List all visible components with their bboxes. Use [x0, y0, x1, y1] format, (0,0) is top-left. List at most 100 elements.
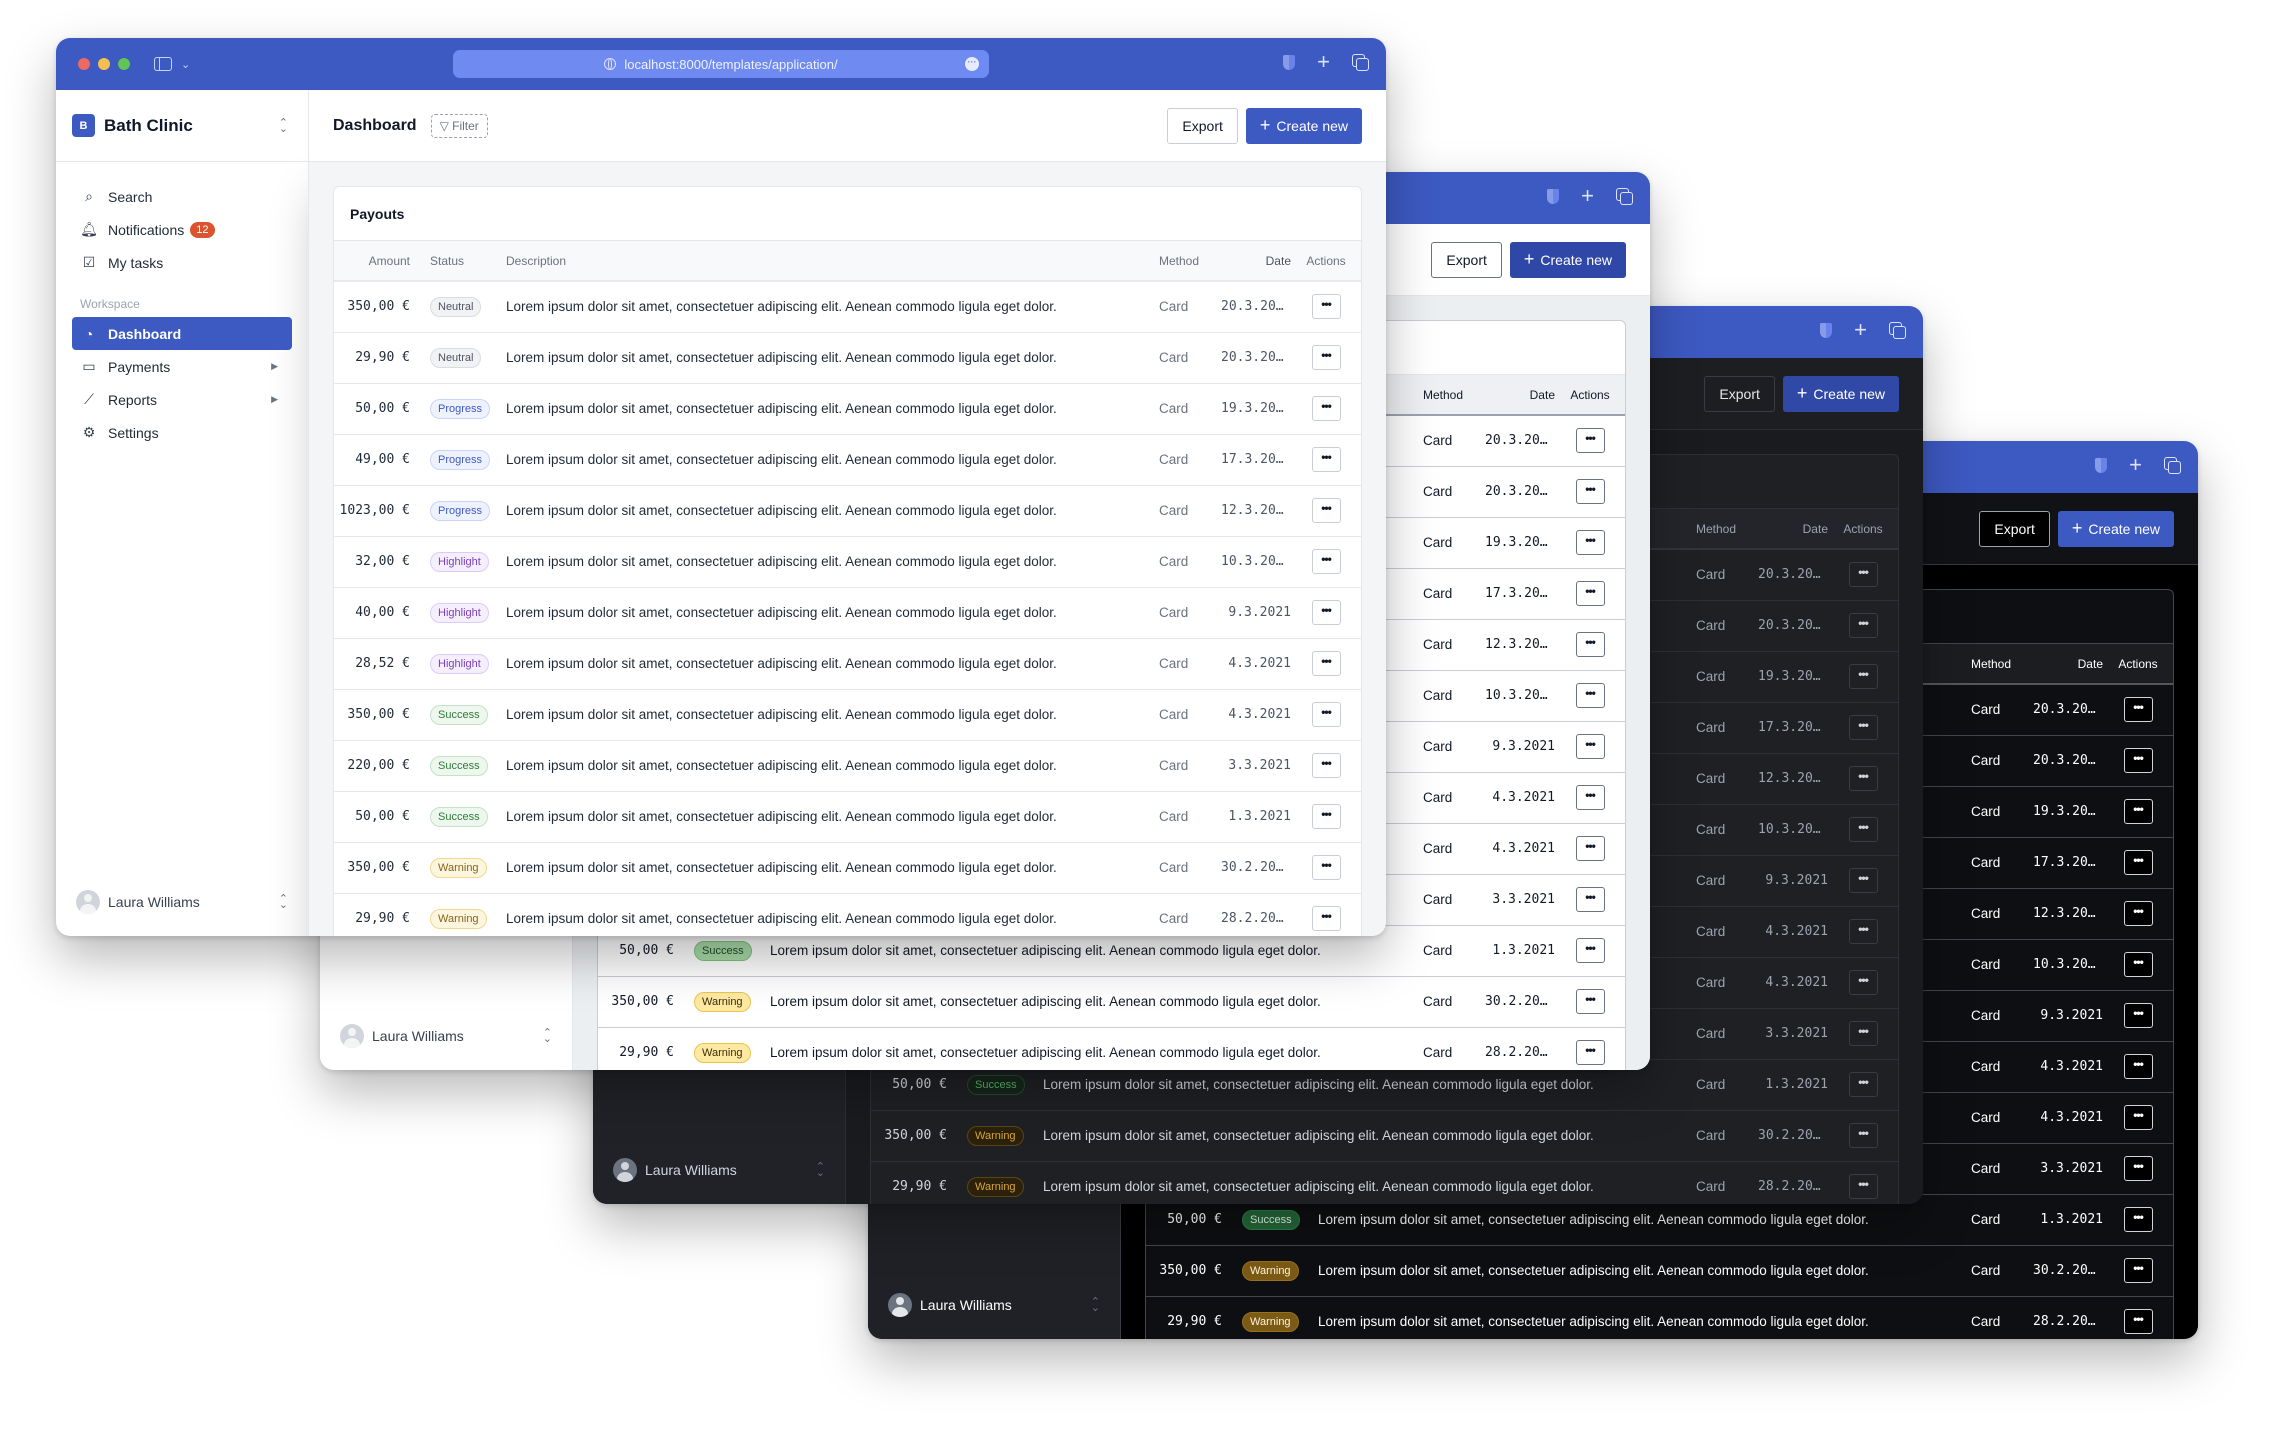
row-actions-button[interactable]: •••	[1848, 715, 1878, 740]
close-window-button[interactable]	[78, 58, 90, 70]
table-row[interactable]: 220,00 € Success Lorem ipsum dolor sit ame…	[334, 740, 1361, 792]
row-actions-button[interactable]: •••	[1848, 970, 1878, 995]
sidebar-item-reports[interactable]: ⟋ Reports ▶	[72, 383, 292, 416]
row-actions-button[interactable]: •••	[1311, 549, 1341, 574]
user-menu[interactable]: Laura Williams ⌃ ⌄	[76, 890, 308, 914]
chevron-up-down-icon[interactable]: ⌃⌄	[543, 1028, 552, 1045]
row-actions-button[interactable]: •••	[2123, 799, 2153, 824]
row-actions-button[interactable]: •••	[1311, 753, 1341, 778]
shield-icon[interactable]	[1820, 322, 1833, 338]
row-actions-button[interactable]: •••	[1311, 345, 1341, 370]
address-bar[interactable]: localhost:8000/templates/application/ ··…	[453, 50, 989, 78]
user-menu[interactable]: Laura Williams ⌃ ⌄	[340, 1024, 572, 1048]
chevron-up-down-icon[interactable]: ⌃⌄	[816, 1162, 825, 1179]
sidebar-item-my-tasks[interactable]: ☑ My tasks	[72, 246, 292, 279]
table-row[interactable]: 49,00 € Progress Lorem ipsum dolor sit ame…	[334, 434, 1361, 486]
row-actions-button[interactable]: •••	[1575, 785, 1605, 810]
export-button[interactable]: Export	[1167, 107, 1238, 144]
col-header-date[interactable]: Date	[1221, 241, 1291, 282]
caret-right-icon[interactable]: ▶	[271, 361, 278, 372]
row-actions-button[interactable]: •••	[1311, 498, 1341, 523]
row-actions-button[interactable]: •••	[1848, 1174, 1878, 1199]
col-header-date[interactable]: Date	[1485, 375, 1555, 416]
row-actions-button[interactable]: •••	[1575, 428, 1605, 454]
table-row[interactable]: 29,90 € Neutral Lorem ipsum dolor sit amet…	[334, 332, 1361, 384]
table-row[interactable]: 50,00 € Success Lorem ipsum dolor sit amet…	[334, 791, 1361, 843]
tabs-overview-icon[interactable]	[1352, 54, 1369, 71]
row-actions-button[interactable]: •••	[1311, 906, 1341, 931]
table-row[interactable]: 350,00 € Warning Lorem ipsum dolor sit ame…	[598, 976, 1625, 1028]
row-actions-button[interactable]: •••	[2123, 1054, 2153, 1079]
filter-button[interactable]: ▽ Filter	[430, 113, 488, 138]
col-header-date[interactable]: Date	[1758, 509, 1828, 550]
row-actions-button[interactable]: •••	[1848, 868, 1878, 893]
row-actions-button[interactable]: •••	[1575, 734, 1605, 759]
row-actions-button[interactable]: •••	[1575, 479, 1605, 504]
col-header-amount[interactable]: Amount	[334, 241, 420, 282]
new-tab-plus-icon[interactable]: +	[1317, 51, 1330, 73]
row-actions-button[interactable]: •••	[1848, 1021, 1878, 1046]
new-tab-plus-icon[interactable]: +	[1854, 319, 1867, 341]
table-row[interactable]: 1023,00 € Progress Lorem ipsum dolor sit a…	[334, 485, 1361, 537]
table-row[interactable]: 350,00 € Warning Lorem ipsum dolor sit ame…	[334, 842, 1361, 894]
table-row[interactable]: 350,00 € Success Lorem ipsum dolor sit ame…	[334, 689, 1361, 741]
row-actions-button[interactable]: •••	[1575, 938, 1605, 963]
table-row[interactable]: 32,00 € Highlight Lorem ipsum dolor sit am…	[334, 536, 1361, 588]
row-actions-button[interactable]: •••	[1575, 683, 1605, 708]
row-actions-button[interactable]: •••	[1848, 817, 1878, 842]
chevron-up-down-icon[interactable]: ⌃⌄	[279, 894, 288, 911]
col-header-date[interactable]: Date	[2033, 644, 2103, 685]
caret-right-icon[interactable]: ▶	[271, 394, 278, 405]
row-actions-button[interactable]: •••	[1311, 396, 1341, 421]
row-actions-button[interactable]: •••	[1575, 887, 1605, 912]
col-header-method[interactable]: Method	[1971, 644, 2033, 685]
sidebar-item-payments[interactable]: ▭ Payments ▶	[72, 350, 292, 383]
maximize-window-button[interactable]	[118, 58, 130, 70]
export-button[interactable]: Export	[1979, 510, 2050, 547]
workspace-switcher[interactable]: B Bath Clinic ⌃⌄	[56, 90, 308, 162]
sidebar-item-dashboard[interactable]: ◔ Dashboard	[72, 317, 292, 350]
row-actions-button[interactable]: •••	[1311, 855, 1341, 880]
row-actions-button[interactable]: •••	[1848, 1072, 1878, 1097]
tabs-overview-icon[interactable]	[2164, 457, 2181, 474]
table-row[interactable]: 350,00 € Warning Lorem ipsum dolor sit ame…	[871, 1110, 1898, 1162]
create-new-button[interactable]: + Create new	[1509, 241, 1626, 278]
table-row[interactable]: 50,00 € Progress Lorem ipsum dolor sit ame…	[334, 383, 1361, 435]
shield-icon[interactable]	[2095, 457, 2108, 473]
more-icon[interactable]: ···	[965, 57, 979, 71]
row-actions-button[interactable]: •••	[1575, 632, 1605, 657]
table-row[interactable]: 28,52 € Highlight Lorem ipsum dolor sit am…	[334, 638, 1361, 690]
sidebar-item-settings[interactable]: ⚙ Settings	[72, 416, 292, 449]
col-header-status[interactable]: Status	[420, 241, 506, 282]
row-actions-button[interactable]: •••	[1848, 562, 1878, 588]
table-row[interactable]: 40,00 € Highlight Lorem ipsum dolor sit am…	[334, 587, 1361, 639]
row-actions-button[interactable]: •••	[2123, 697, 2153, 723]
sidebar-item-notifications[interactable]: 🔔︎ Notifications 12	[72, 213, 292, 246]
chevron-down-icon[interactable]: ⌄	[181, 58, 190, 71]
row-actions-button[interactable]: •••	[1311, 651, 1341, 676]
tabs-overview-icon[interactable]	[1616, 188, 1633, 205]
shield-icon[interactable]	[1547, 188, 1560, 204]
col-header-method[interactable]: Method	[1159, 241, 1221, 282]
table-row[interactable]: 29,90 € Warning Lorem ipsum dolor sit amet…	[334, 893, 1361, 936]
col-header-description[interactable]: Description	[506, 241, 1159, 282]
create-new-button[interactable]: + Create new	[2057, 510, 2174, 547]
row-actions-button[interactable]: •••	[2123, 1309, 2153, 1334]
row-actions-button[interactable]: •••	[1848, 919, 1878, 944]
table-row[interactable]: 29,90 € Warning Lorem ipsum dolor sit amet…	[1146, 1296, 2173, 1339]
new-tab-plus-icon[interactable]: +	[1581, 185, 1594, 207]
row-actions-button[interactable]: •••	[1311, 804, 1341, 829]
row-actions-button[interactable]: •••	[1311, 600, 1341, 625]
user-menu[interactable]: Laura Williams ⌃ ⌄	[613, 1158, 845, 1182]
export-button[interactable]: Export	[1431, 241, 1502, 278]
row-actions-button[interactable]: •••	[2123, 1003, 2153, 1028]
row-actions-button[interactable]: •••	[2123, 1207, 2153, 1232]
row-actions-button[interactable]: •••	[1848, 613, 1878, 638]
row-actions-button[interactable]: •••	[1311, 447, 1341, 472]
row-actions-button[interactable]: •••	[2123, 748, 2153, 773]
new-tab-plus-icon[interactable]: +	[2129, 454, 2142, 476]
row-actions-button[interactable]: •••	[2123, 952, 2153, 977]
row-actions-button[interactable]: •••	[1848, 766, 1878, 791]
row-actions-button[interactable]: •••	[1575, 581, 1605, 606]
row-actions-button[interactable]: •••	[1311, 294, 1341, 320]
